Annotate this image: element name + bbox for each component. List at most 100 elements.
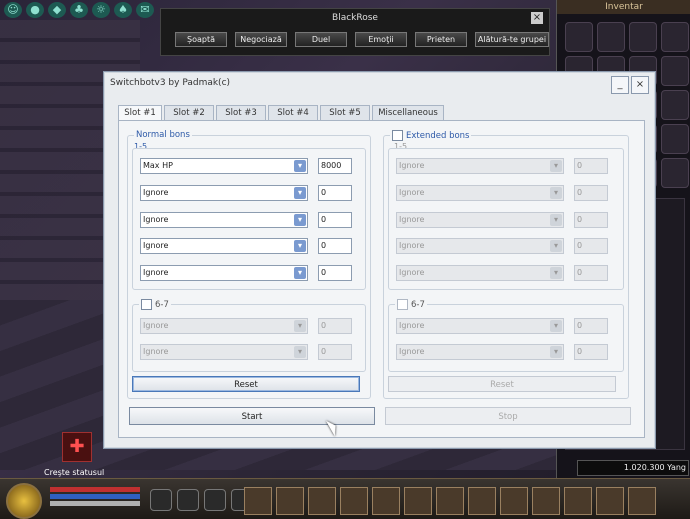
bonus-select[interactable]: Ignore ▾	[396, 344, 564, 360]
start-button[interactable]: Start	[129, 407, 375, 425]
game-icon[interactable]: ♣	[70, 2, 88, 18]
bonus-select[interactable]: Ignore ▾	[396, 185, 564, 201]
equipment-slot[interactable]	[565, 22, 593, 52]
friend-button[interactable]: Prieten	[415, 32, 467, 47]
skill-slot[interactable]	[468, 487, 496, 515]
skill-slot[interactable]	[308, 487, 336, 515]
bonus-select[interactable]: Ignore ▾	[396, 318, 564, 334]
skill-slot[interactable]	[532, 487, 560, 515]
status-up-icon[interactable]: ✚	[62, 432, 92, 462]
bonus-select[interactable]: Ignore ▾	[140, 265, 308, 281]
bonus-value-input[interactable]: 0	[574, 158, 608, 174]
bonus-select[interactable]: Max HP ▾	[140, 158, 308, 174]
stop-button[interactable]: Stop	[385, 407, 631, 425]
skill-slot[interactable]	[436, 487, 464, 515]
skill-slot[interactable]	[564, 487, 592, 515]
game-icon[interactable]: ◆	[48, 2, 66, 18]
emotions-button[interactable]: Emoţii	[355, 32, 407, 47]
chevron-down-icon: ▾	[294, 187, 306, 199]
bonus-value-input[interactable]: 0	[574, 185, 608, 201]
yang-amount: 1.020.300 Yang	[577, 460, 689, 476]
quick-buttons	[150, 489, 253, 511]
bonus-value-input[interactable]: 0	[318, 344, 352, 360]
character-orb-icon[interactable]	[6, 483, 42, 519]
extended-bon-row-6-7: Ignore ▾ 0	[396, 318, 608, 334]
chevron-down-icon: ▾	[294, 346, 306, 358]
bonus-select[interactable]: Ignore ▾	[140, 185, 308, 201]
join-group-button[interactable]: Alătură-te grupei	[475, 32, 549, 47]
duel-button[interactable]: Duel	[295, 32, 347, 47]
bonus-value-input[interactable]: 0	[318, 318, 352, 334]
skill-slot[interactable]	[500, 487, 528, 515]
equipment-slot[interactable]	[661, 22, 689, 52]
bonus-select[interactable]: Ignore ▾	[140, 212, 308, 228]
trade-button[interactable]: Negociază	[235, 32, 287, 47]
skill-slot[interactable]	[628, 487, 656, 515]
extended-bons-checkbox[interactable]	[392, 130, 403, 141]
game-icon[interactable]: ☺	[4, 2, 22, 18]
game-icon[interactable]: ✉	[136, 2, 154, 18]
close-button[interactable]: ×	[631, 76, 649, 94]
minimize-button[interactable]: _	[611, 76, 629, 94]
quick-button[interactable]	[204, 489, 226, 511]
bonus-value-input[interactable]: 0	[574, 344, 608, 360]
equipment-slot[interactable]	[661, 124, 689, 154]
skill-slot[interactable]	[372, 487, 400, 515]
equipment-slot[interactable]	[629, 22, 657, 52]
bonus-select[interactable]: Ignore ▾	[396, 265, 564, 281]
normal-bons-group: Normal bons 1-5 Max HP ▾ 8000 Ignore ▾ 0 I…	[127, 130, 371, 399]
chevron-down-icon: ▾	[294, 214, 306, 226]
skill-slot[interactable]	[244, 487, 272, 515]
extended-reset-button[interactable]: Reset	[388, 376, 616, 392]
normal-bon-row: Max HP ▾ 8000	[140, 158, 352, 174]
bonus-value-input[interactable]: 0	[574, 318, 608, 334]
game-icon[interactable]: ☼	[92, 2, 110, 18]
skill-slot[interactable]	[404, 487, 432, 515]
equipment-slot[interactable]	[597, 22, 625, 52]
bonus-value-input[interactable]: 0	[574, 265, 608, 281]
checkbox-6-7[interactable]	[141, 299, 152, 310]
whisper-button[interactable]: Șoaptă	[175, 32, 227, 47]
close-icon[interactable]: ×	[531, 12, 543, 24]
bonus-value-input[interactable]: 0	[318, 185, 352, 201]
bonus-value-input[interactable]: 0	[318, 265, 352, 281]
bonus-select[interactable]: Ignore ▾	[396, 212, 564, 228]
chevron-down-icon: ▾	[550, 187, 562, 199]
skill-slot[interactable]	[596, 487, 624, 515]
inventory-title: Inventar	[557, 0, 690, 14]
bonus-select[interactable]: Ignore ▾	[396, 238, 564, 254]
skill-slots	[244, 487, 656, 515]
checkbox-6-7[interactable]	[397, 299, 408, 310]
skill-slot[interactable]	[276, 487, 304, 515]
bonus-value-input[interactable]: 0	[318, 238, 352, 254]
bonus-value-input[interactable]: 0	[574, 238, 608, 254]
normal-bon-row: Ignore ▾ 0	[140, 185, 352, 201]
bonus-select[interactable]: Ignore ▾	[140, 344, 308, 360]
extended-bons-group: Extended bons 1-5 Ignore ▾ 0 Ignore ▾ 0 Ig…	[383, 130, 629, 399]
game-icon[interactable]: ●	[26, 2, 44, 18]
extended-6-7-label: 6-7	[395, 299, 427, 310]
normal-6-7-label: 6-7	[139, 299, 171, 310]
skill-slot[interactable]	[340, 487, 368, 515]
equipment-slot[interactable]	[661, 158, 689, 188]
extended-bon-row: Ignore ▾ 0	[396, 265, 608, 281]
game-icon[interactable]: ♠	[114, 2, 132, 18]
equipment-slot[interactable]	[661, 90, 689, 120]
bonus-value-input[interactable]: 0	[318, 212, 352, 228]
hp-sp-bars	[50, 487, 140, 508]
bonus-select[interactable]: Ignore ▾	[396, 158, 564, 174]
game-top-icons: ☺ ● ◆ ♣ ☼ ♠ ✉	[4, 2, 154, 20]
bonus-select[interactable]: Ignore ▾	[140, 238, 308, 254]
quick-button[interactable]	[150, 489, 172, 511]
bonus-select[interactable]: Ignore ▾	[140, 318, 308, 334]
equipment-slot[interactable]	[661, 56, 689, 86]
game-bottom-bar	[0, 478, 690, 519]
chevron-down-icon: ▾	[550, 240, 562, 252]
normal-reset-button[interactable]: Reset	[132, 376, 360, 392]
extended-bon-row-6-7: Ignore ▾ 0	[396, 344, 608, 360]
bonus-value-input[interactable]: 0	[574, 212, 608, 228]
quick-button[interactable]	[177, 489, 199, 511]
extended-bon-row: Ignore ▾ 0	[396, 212, 608, 228]
normal-bon-row: Ignore ▾ 0	[140, 212, 352, 228]
bonus-value-input[interactable]: 8000	[318, 158, 352, 174]
